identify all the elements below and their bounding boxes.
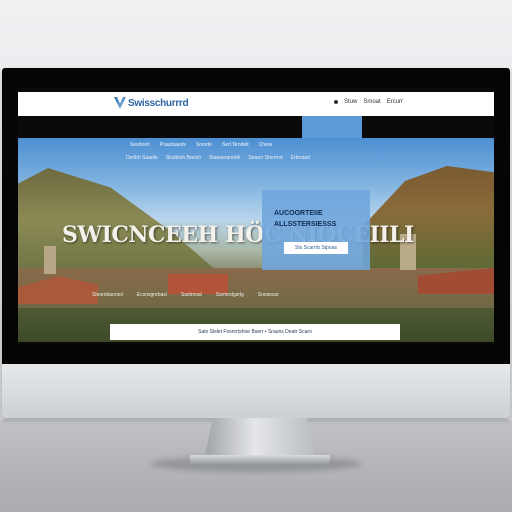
hero-menu-item[interactable]: Sert Nrodelt: [222, 142, 249, 148]
monitor-stand-base: [190, 455, 330, 465]
hero-submenu-item[interactable]: Slodbloh Bretsh: [166, 155, 201, 161]
active-nav-tab[interactable]: [302, 116, 362, 138]
hero-footer-link[interactable]: Snosscar: [258, 292, 279, 298]
hero-footer-links: Sleornbaorsol Ecsnsgnrbasl Sastrnsal Ssr…: [92, 292, 279, 298]
hero-menu-item[interactable]: Poastsaeds: [160, 142, 186, 148]
bottom-info-bar[interactable]: Sats Stslet Fosnrrtshoe Bserr • Srauns D…: [110, 324, 400, 340]
hero-submenu-item[interactable]: Derlbh Saadle: [126, 155, 158, 161]
hero-submenu-item[interactable]: Erbrrasd: [291, 155, 310, 161]
hero-footer-link[interactable]: Sastrnsal: [181, 292, 202, 298]
site-logo[interactable]: Swisschurrrd: [114, 97, 189, 109]
logo-icon: [114, 97, 126, 109]
nav-link[interactable]: Stuw: [344, 99, 357, 105]
hero-footer-link[interactable]: Sleornbaorsol: [92, 292, 123, 298]
hero-submenu-item[interactable]: Stanaeranrelh: [209, 155, 240, 161]
hero-banner: Sesrlnoh Poastsaeds Snorde Sert Nrodelt …: [18, 138, 494, 342]
tower-image: [44, 246, 56, 274]
nav-link[interactable]: Ercurr: [387, 99, 403, 105]
callout-button[interactable]: Sts Scarrrb Stpoas: [284, 242, 348, 254]
hero-callout-box: AUCOORTEIIE ALLSSTERSIESSS Sts Scarrrb S…: [262, 190, 370, 270]
roof-image: [168, 274, 228, 294]
brand-name: Swisschurrrd: [128, 97, 189, 109]
nav-link[interactable]: Smoat: [363, 99, 380, 105]
hero-menu-item[interactable]: Chere: [259, 142, 273, 148]
hero-menu-item[interactable]: Snorde: [196, 142, 212, 148]
bullet-icon: [334, 100, 338, 104]
top-navbar: Swisschurrrd Stuw Smoat Ercurr: [18, 92, 494, 116]
hero-submenu: Derlbh Saadle Slodbloh Bretsh Stanaeranr…: [126, 155, 310, 161]
hero-menu: Sesrlnoh Poastsaeds Snorde Sert Nrodelt …: [130, 142, 272, 148]
monitor-stand-neck: [204, 418, 316, 460]
screen: Swisschurrrd Stuw Smoat Ercurr Sesrlnoh …: [18, 88, 494, 344]
hero-footer-link[interactable]: Ssrmrolgsrlg: [216, 292, 244, 298]
hero-menu-item[interactable]: Sesrlnoh: [130, 142, 150, 148]
nav-links: Stuw Smoat Ercurr: [334, 99, 403, 105]
hero-footer-link[interactable]: Ecsnsgnrbasl: [137, 292, 167, 298]
callout-title: AUCOORTEIIE ALLSSTERSIESSS: [274, 210, 337, 228]
hero-submenu-item[interactable]: Seaorr Shorrnd: [248, 155, 282, 161]
monitor-chin: [2, 364, 510, 418]
